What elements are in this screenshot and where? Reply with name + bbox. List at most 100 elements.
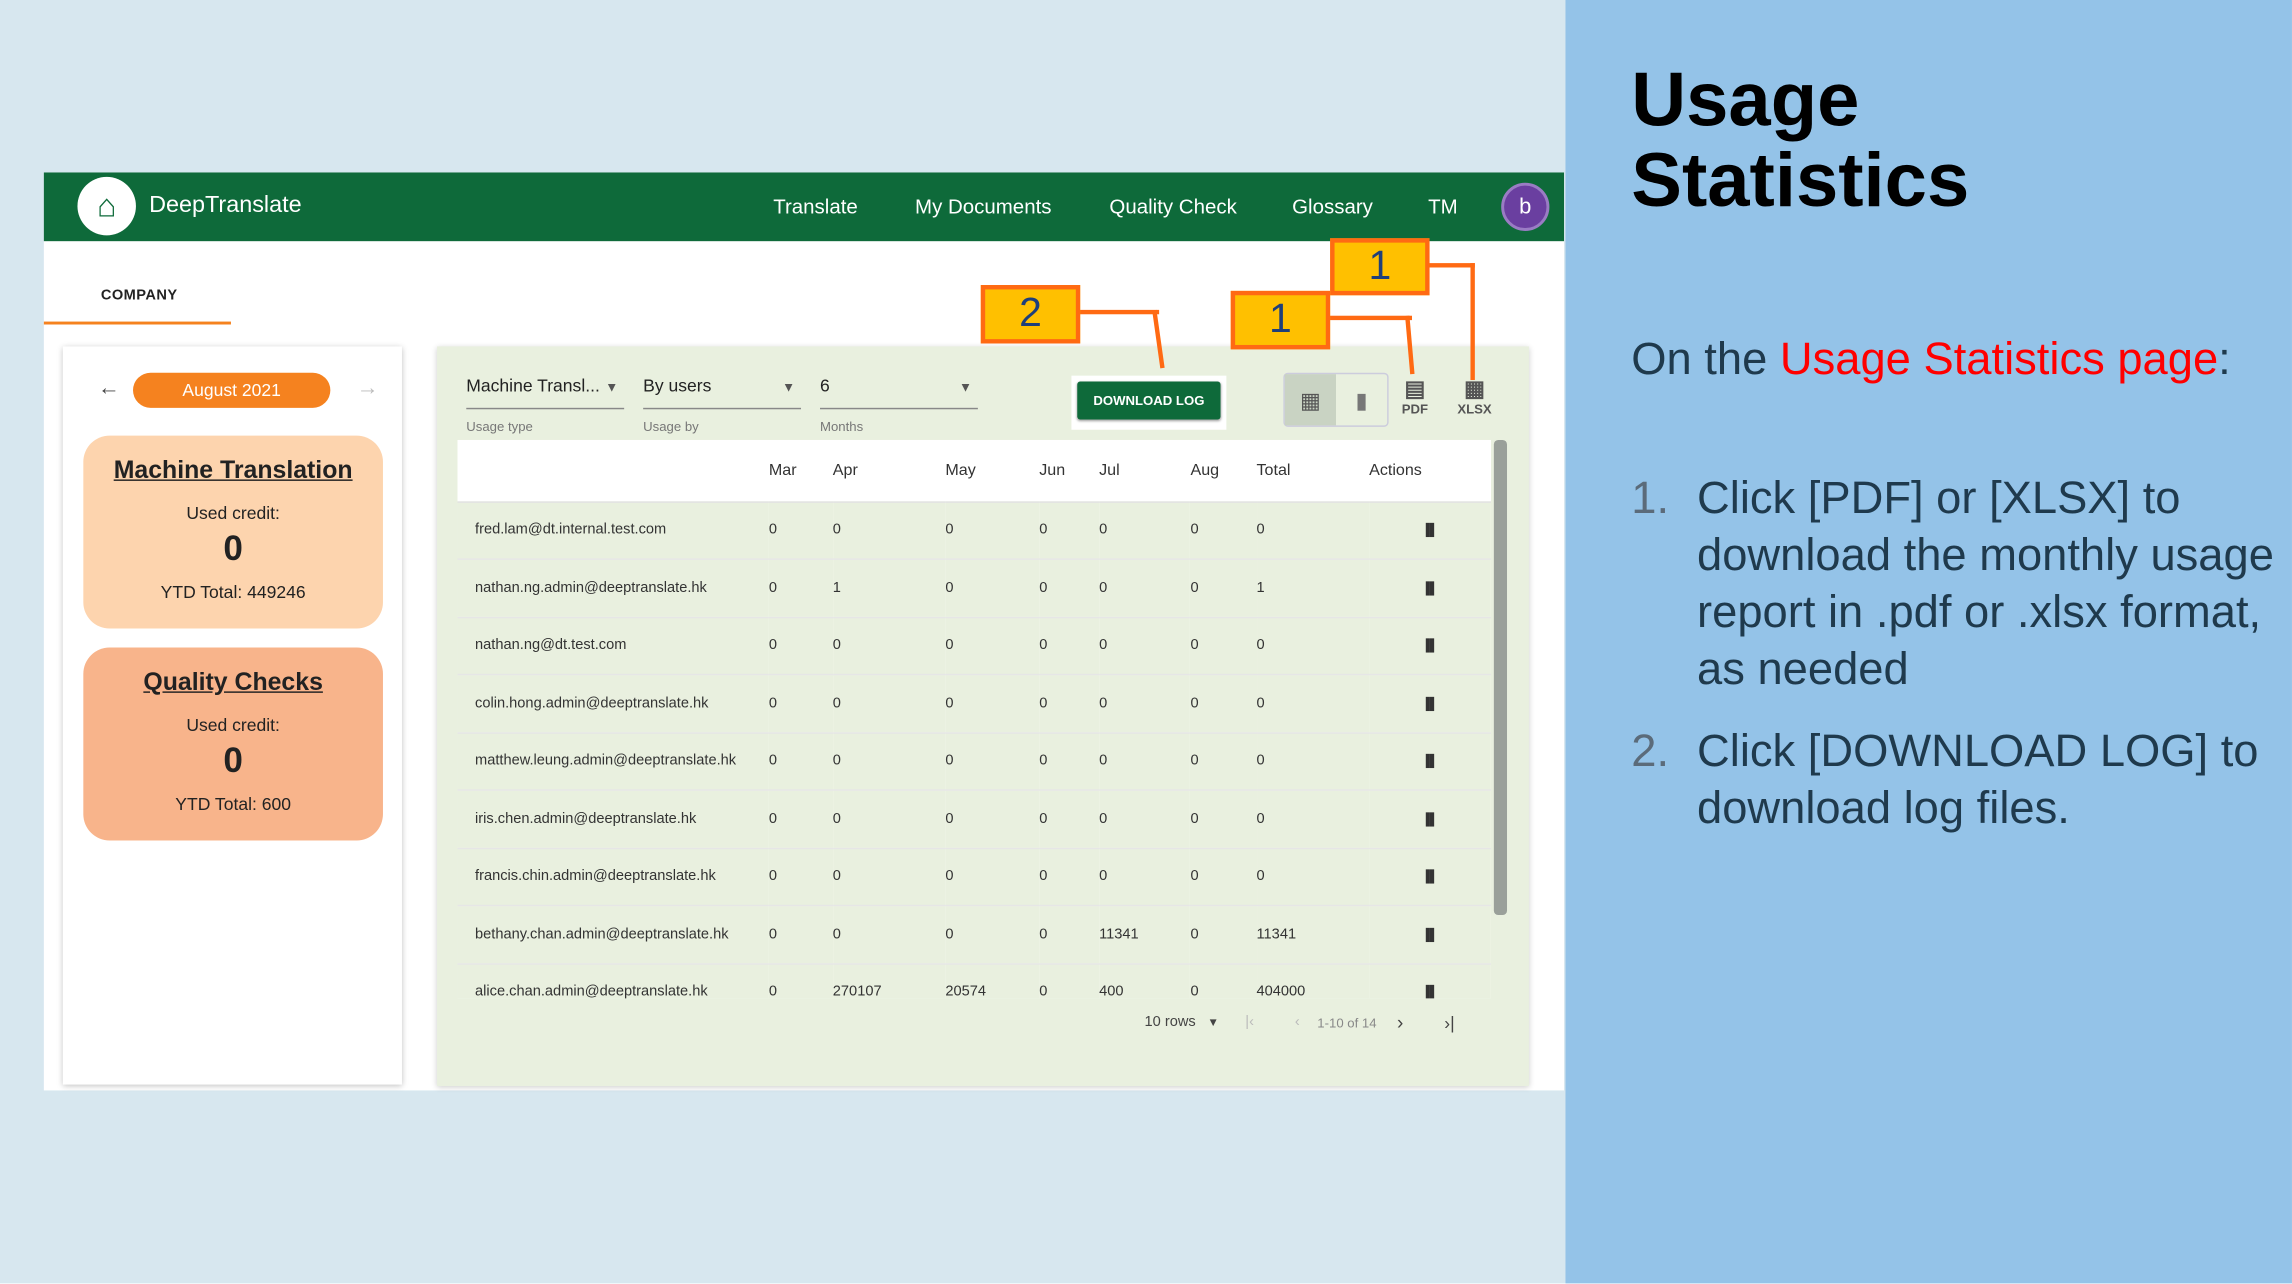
callout-1-pdf: 1 bbox=[1230, 290, 1331, 350]
chart-view-icon[interactable]: ▮ bbox=[1336, 374, 1387, 425]
next-page-icon[interactable]: › bbox=[1397, 1011, 1403, 1033]
usage-value: 0 bbox=[945, 732, 1040, 791]
usage-value: 0 bbox=[768, 847, 833, 907]
usage-value: 0 bbox=[768, 559, 833, 618]
instructions-panel: Usage Statistics On the Usage Statistics… bbox=[1565, 0, 2292, 1284]
usage-value: 0 bbox=[1190, 674, 1257, 734]
usage-value: 0 bbox=[832, 501, 946, 560]
pdf-export-button[interactable]: ▤ PDF bbox=[1401, 378, 1429, 417]
rows-per-page-select[interactable]: 10 rows bbox=[1145, 1014, 1196, 1030]
usage-value: 0 bbox=[1190, 616, 1257, 676]
bar-chart-icon[interactable]: ▐▌ bbox=[1369, 674, 1491, 734]
usage-value: 0 bbox=[1099, 790, 1191, 849]
usage-value: 0 bbox=[832, 732, 946, 791]
intro-text: On the Usage Statistics page: bbox=[1631, 330, 2274, 388]
usage-value: 0 bbox=[768, 963, 833, 999]
nav-quality-check[interactable]: Quality Check bbox=[1109, 194, 1236, 217]
first-page-icon[interactable]: |‹ bbox=[1245, 1014, 1254, 1030]
nav-translate[interactable]: Translate bbox=[773, 194, 858, 217]
table-view-icon[interactable]: ▦ bbox=[1284, 374, 1336, 426]
pdf-label: PDF bbox=[1401, 401, 1429, 417]
usage-type-select[interactable]: Machine Transl... ▼ Usage type bbox=[466, 376, 625, 434]
usage-value: 0 bbox=[1190, 790, 1257, 849]
machine-translation-card: Machine Translation Used credit: 0 YTD T… bbox=[83, 435, 383, 629]
column-header: May bbox=[945, 439, 1040, 503]
download-log-button[interactable]: DOWNLOAD LOG bbox=[1077, 381, 1221, 420]
user-email: francis.chin.admin@deeptranslate.hk bbox=[457, 847, 769, 907]
nav-glossary[interactable]: Glossary bbox=[1292, 194, 1373, 217]
usage-value: 0 bbox=[1039, 732, 1100, 791]
xlsx-export-button[interactable]: ▦ XLSX bbox=[1457, 377, 1492, 417]
bar-chart-icon[interactable]: ▐▌ bbox=[1369, 847, 1491, 907]
used-credit-label: Used credit: bbox=[186, 502, 280, 524]
intro-post: : bbox=[2218, 333, 2231, 385]
slide-title: Usage Statistics bbox=[1631, 58, 1970, 224]
bar-chart-icon[interactable]: ▐▌ bbox=[1369, 501, 1491, 560]
step-number: 2. bbox=[1631, 725, 1670, 777]
bar-chart-icon[interactable]: ▐▌ bbox=[1369, 732, 1491, 791]
bar-chart-icon[interactable]: ▐▌ bbox=[1369, 790, 1491, 849]
arrow-left-icon[interactable]: ← bbox=[98, 376, 120, 401]
usage-value: 0 bbox=[1190, 963, 1257, 999]
usage-value: 0 bbox=[1256, 674, 1370, 734]
usage-value: 404000 bbox=[1256, 963, 1370, 999]
usage-value: 0 bbox=[768, 501, 833, 560]
usage-value: 0 bbox=[1039, 616, 1100, 676]
column-header: Actions bbox=[1369, 439, 1491, 503]
table-row: bethany.chan.admin@deeptranslate.hk 0 0 0 0 1… bbox=[457, 905, 1491, 964]
table-row: iris.chen.admin@deeptranslate.hk 0 0 0 0 0 0 0 ▐… bbox=[457, 790, 1491, 849]
usage-value: 0 bbox=[832, 905, 946, 964]
bar-chart-icon[interactable]: ▐▌ bbox=[1369, 905, 1491, 964]
user-email: iris.chen.admin@deeptranslate.hk bbox=[457, 790, 769, 849]
usage-value: 0 bbox=[1256, 732, 1370, 791]
grid-icon: ▦ bbox=[1464, 377, 1485, 402]
prev-page-icon[interactable]: ‹ bbox=[1295, 1014, 1300, 1030]
select-value: By users bbox=[643, 375, 712, 397]
month-selector[interactable]: August 2021 bbox=[133, 372, 331, 408]
usage-value: 0 bbox=[945, 559, 1040, 618]
last-page-icon[interactable]: ›| bbox=[1444, 1012, 1454, 1032]
quality-checks-card: Quality Checks Used credit: 0 YTD Total:… bbox=[83, 647, 383, 841]
caret-down-icon: ▼ bbox=[958, 380, 973, 395]
step-2: 2. Click [DOWNLOAD LOG] to download log f… bbox=[1631, 722, 2289, 836]
user-email: nathan.ng@dt.test.com bbox=[457, 616, 769, 676]
step-text: Click [PDF] or [XLSX] to download the mo… bbox=[1697, 472, 2274, 695]
card-title[interactable]: Machine Translation bbox=[83, 456, 383, 485]
usage-value: 0 bbox=[1099, 732, 1191, 791]
usage-value: 0 bbox=[832, 790, 946, 849]
caret-down-icon[interactable]: ▼ bbox=[1207, 1016, 1219, 1029]
tab-company[interactable]: COMPANY bbox=[101, 288, 178, 304]
usage-value: 0 bbox=[768, 732, 833, 791]
usage-value: 0 bbox=[1190, 905, 1257, 964]
user-email: matthew.leung.admin@deeptranslate.hk bbox=[457, 732, 769, 791]
usage-value: 1 bbox=[1256, 559, 1370, 618]
user-email: bethany.chan.admin@deeptranslate.hk bbox=[457, 905, 769, 964]
used-credit-label: Used credit: bbox=[186, 714, 280, 736]
usage-value: 0 bbox=[1039, 905, 1100, 964]
logo-icon[interactable]: ⌂ bbox=[77, 176, 136, 236]
bar-chart-icon[interactable]: ▐▌ bbox=[1369, 559, 1491, 618]
step-text: Click [DOWNLOAD LOG] to download log fil… bbox=[1697, 725, 2259, 834]
ytd-total: YTD Total: 449246 bbox=[160, 581, 306, 603]
arrow-right-icon[interactable]: → bbox=[357, 376, 379, 401]
usage-value: 0 bbox=[1256, 616, 1370, 676]
pagination: 10 rows ▼ |‹ ‹ 1-10 of 14 › ›| bbox=[1145, 1011, 1455, 1033]
card-title[interactable]: Quality Checks bbox=[83, 668, 383, 697]
scrollbar[interactable] bbox=[1493, 439, 1508, 916]
avatar[interactable]: b bbox=[1501, 182, 1550, 231]
usage-value: 0 bbox=[1099, 847, 1191, 907]
usage-by-select[interactable]: By users ▼ Usage by bbox=[643, 375, 802, 434]
months-select[interactable]: 6 ▼ Months bbox=[820, 376, 978, 434]
bar-chart-icon[interactable]: ▐▌ bbox=[1369, 616, 1491, 676]
select-caption: Months bbox=[820, 419, 864, 435]
nav-my-documents[interactable]: My Documents bbox=[915, 194, 1051, 217]
page-range: 1-10 of 14 bbox=[1317, 1015, 1377, 1030]
usage-value: 0 bbox=[945, 790, 1040, 849]
nav-tm[interactable]: TM bbox=[1428, 194, 1458, 217]
usage-value: 0 bbox=[945, 674, 1040, 734]
user-email: colin.hong.admin@deeptranslate.hk bbox=[457, 674, 769, 734]
brand-name[interactable]: DeepTranslate bbox=[149, 193, 302, 219]
column-header: Total bbox=[1256, 439, 1370, 503]
xlsx-label: XLSX bbox=[1457, 401, 1492, 417]
bar-chart-icon[interactable]: ▐▌ bbox=[1369, 963, 1491, 999]
